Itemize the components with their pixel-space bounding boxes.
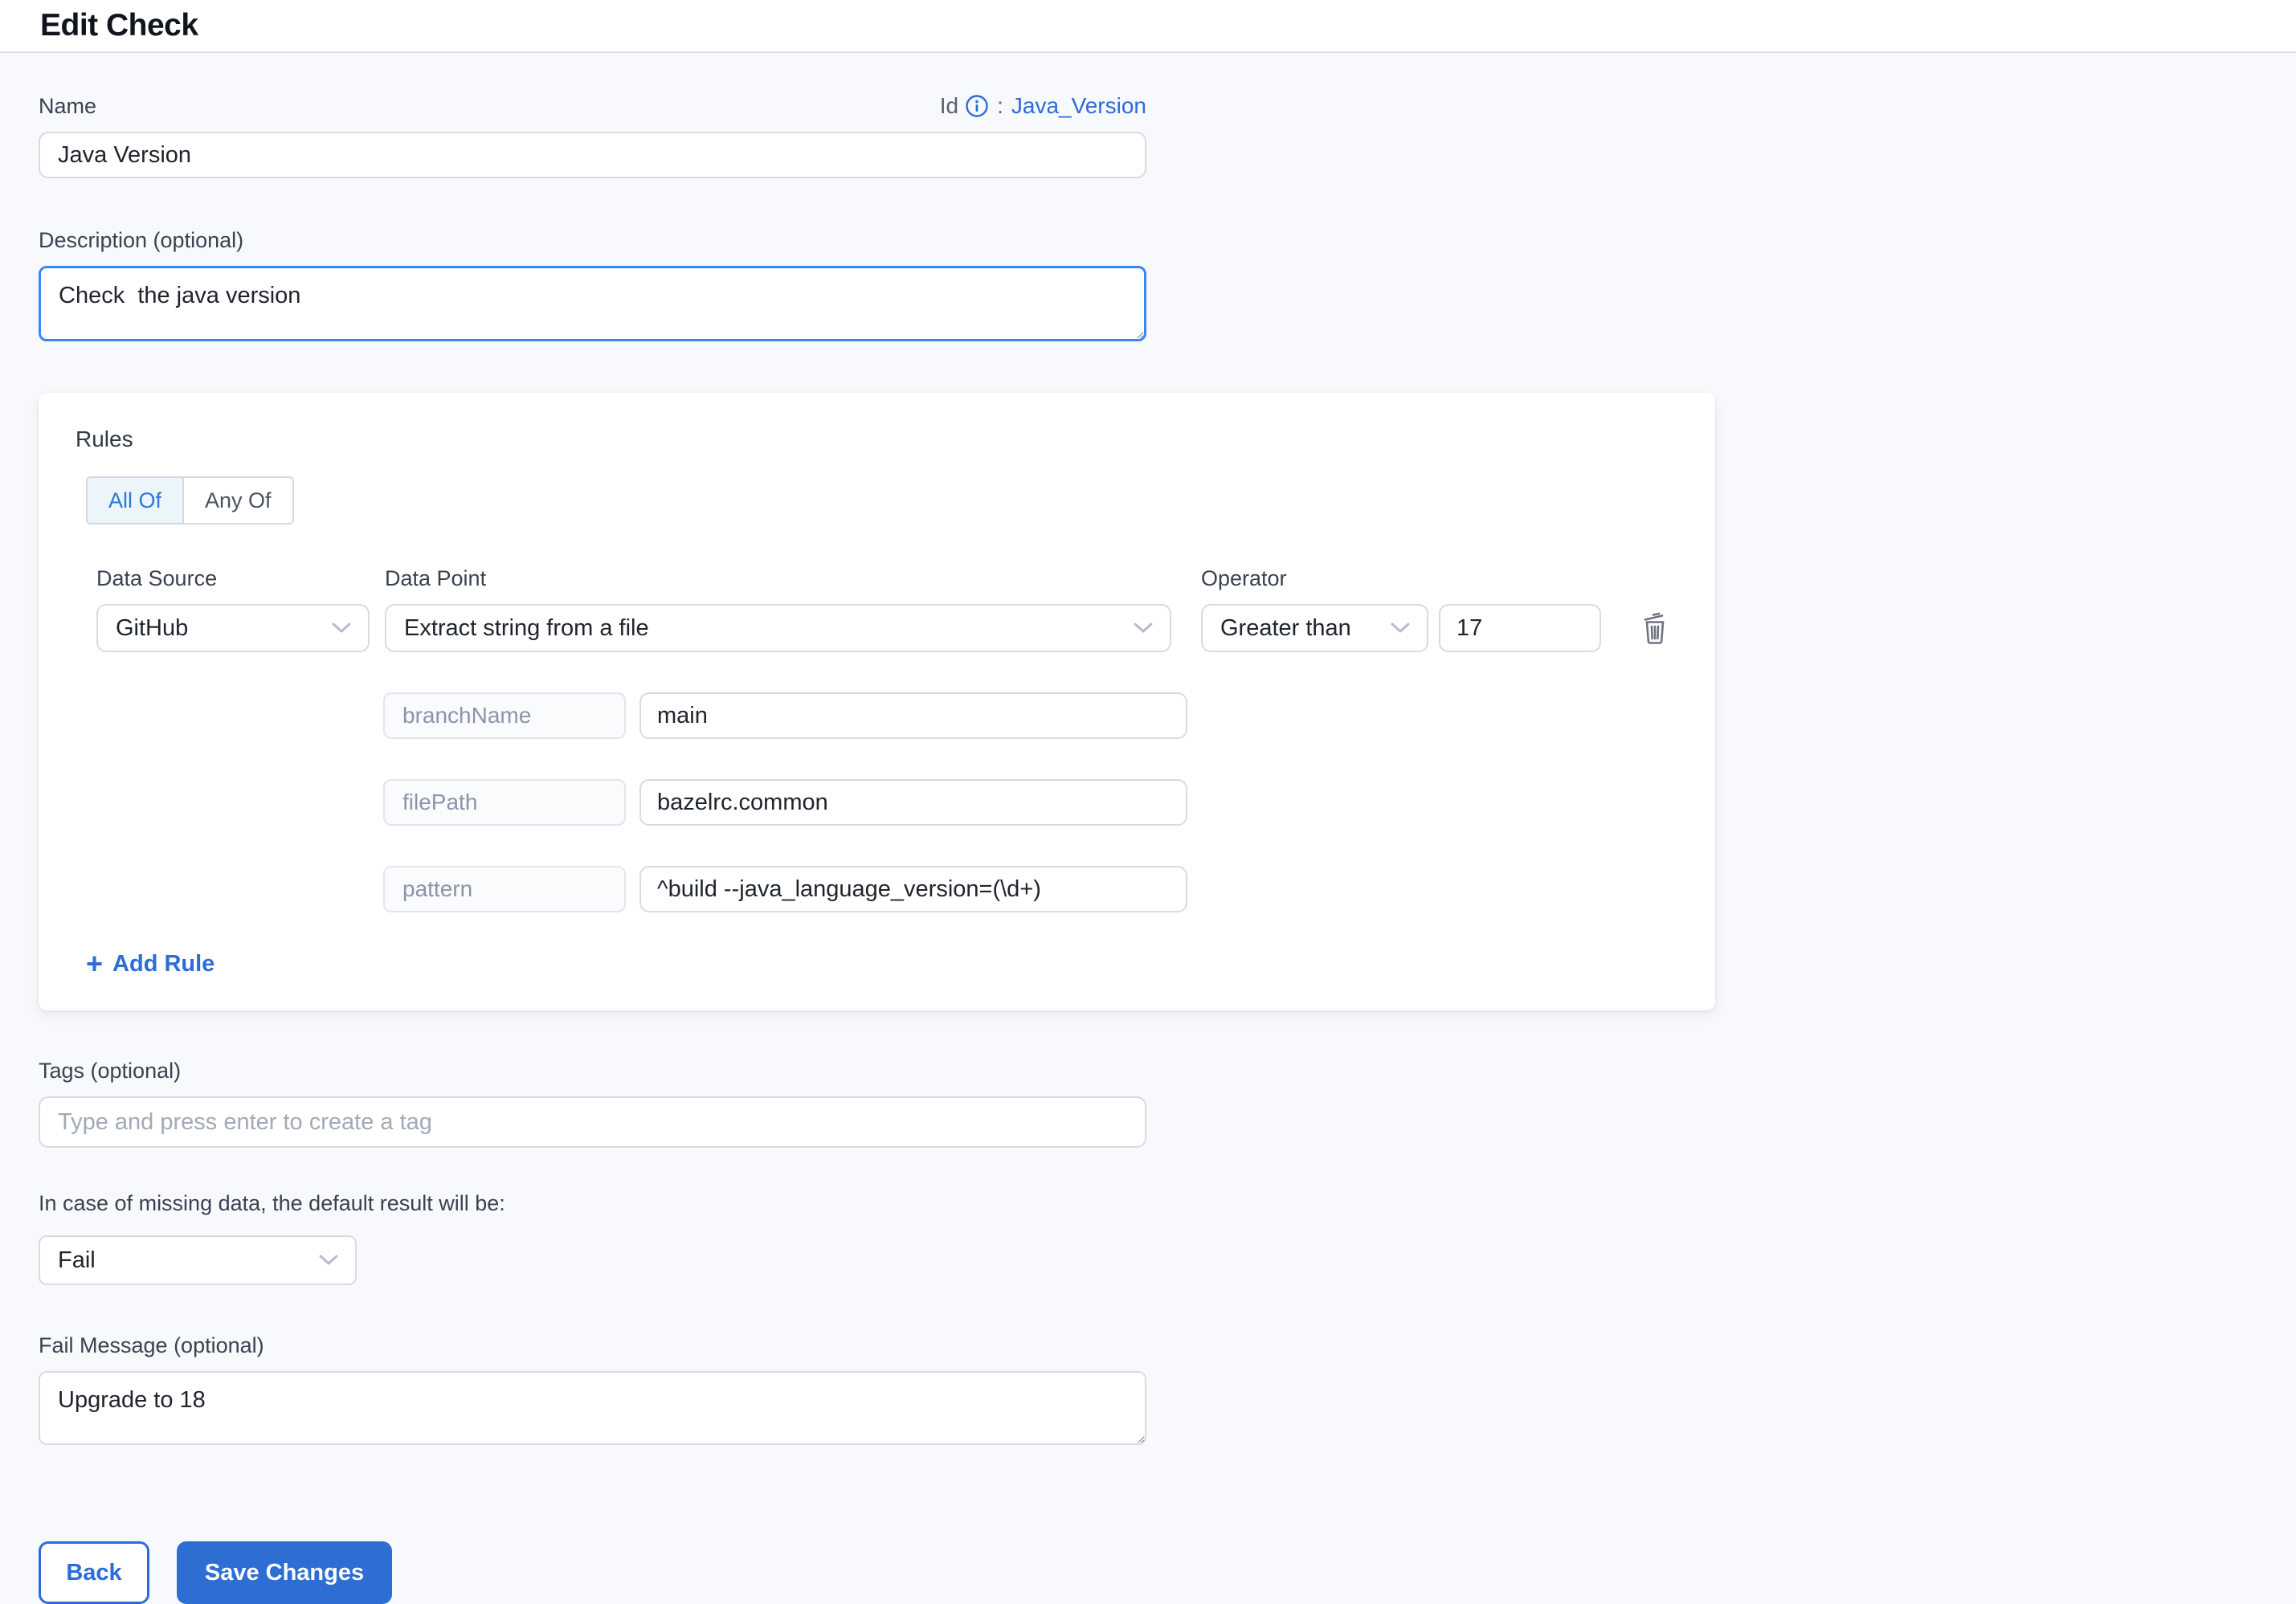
chevron-down-icon	[318, 1254, 339, 1267]
column-label-data-point: Data Point	[385, 566, 1201, 591]
name-label: Name	[39, 94, 96, 119]
rules-label: Rules	[76, 427, 1678, 452]
operator-value-input[interactable]	[1439, 604, 1601, 652]
param-value-input[interactable]	[639, 692, 1187, 739]
toggle-all-of[interactable]: All Of	[88, 478, 184, 523]
page-title: Edit Check	[40, 8, 198, 43]
rule-row: GitHub Extract string from a file Greate…	[96, 604, 1678, 652]
missing-data-label: In case of missing data, the default res…	[39, 1191, 2296, 1216]
tags-label: Tags (optional)	[39, 1059, 2296, 1084]
fail-message-textarea[interactable]: Upgrade to 18	[39, 1371, 1146, 1445]
chevron-down-icon	[1390, 622, 1411, 635]
data-point-value: Extract string from a file	[404, 615, 649, 642]
plus-icon: +	[86, 949, 103, 978]
info-icon[interactable]	[965, 94, 989, 118]
column-label-operator: Operator	[1201, 566, 1428, 591]
toggle-any-of[interactable]: Any Of	[184, 478, 292, 523]
check-id-group: Id : Java_Version	[940, 93, 1146, 119]
tags-input[interactable]	[39, 1096, 1146, 1148]
data-source-select[interactable]: GitHub	[96, 604, 370, 652]
id-separator: :	[997, 93, 1003, 119]
delete-rule-button[interactable]	[1637, 608, 1673, 648]
id-value-link[interactable]: Java_Version	[1011, 93, 1146, 119]
column-label-data-source: Data Source	[96, 566, 385, 591]
description-label: Description (optional)	[39, 228, 2296, 253]
rule-column-labels: Data Source Data Point Operator	[96, 566, 1678, 591]
param-row-filepath: filePath	[383, 779, 1678, 826]
data-source-value: GitHub	[116, 615, 188, 642]
rules-match-toggle: All Of Any Of	[86, 476, 294, 524]
missing-data-select[interactable]: Fail	[39, 1235, 357, 1285]
chevron-down-icon	[1133, 622, 1154, 635]
edit-check-form: Name Id : Java_Version Description (opti…	[0, 93, 2296, 1604]
param-key-box: filePath	[383, 779, 626, 826]
description-textarea[interactable]: Check the java version	[39, 266, 1146, 341]
back-button[interactable]: Back	[39, 1541, 149, 1604]
param-row-branchname: branchName	[383, 692, 1678, 739]
id-label: Id	[940, 93, 958, 119]
name-input[interactable]	[39, 132, 1146, 178]
save-changes-button[interactable]: Save Changes	[177, 1541, 392, 1604]
param-value-input[interactable]	[639, 779, 1187, 826]
name-id-row: Name Id : Java_Version	[39, 93, 1146, 119]
add-rule-button[interactable]: + Add Rule	[86, 949, 214, 978]
param-value-input[interactable]	[639, 866, 1187, 912]
trash-icon	[1640, 611, 1669, 645]
fail-message-label: Fail Message (optional)	[39, 1333, 2296, 1358]
operator-select[interactable]: Greater than	[1201, 604, 1428, 652]
rules-card: Rules All Of Any Of Data Source Data Poi…	[39, 393, 1715, 1010]
page-header: Edit Check	[0, 0, 2296, 53]
form-actions: Back Save Changes	[39, 1541, 2296, 1604]
missing-data-value: Fail	[58, 1247, 96, 1274]
data-point-select[interactable]: Extract string from a file	[385, 604, 1171, 652]
param-row-pattern: pattern	[383, 866, 1678, 912]
param-key-box: pattern	[383, 866, 626, 912]
chevron-down-icon	[331, 622, 352, 635]
operator-value: Greater than	[1220, 615, 1351, 642]
add-rule-label: Add Rule	[112, 951, 214, 978]
param-key-box: branchName	[383, 692, 626, 739]
